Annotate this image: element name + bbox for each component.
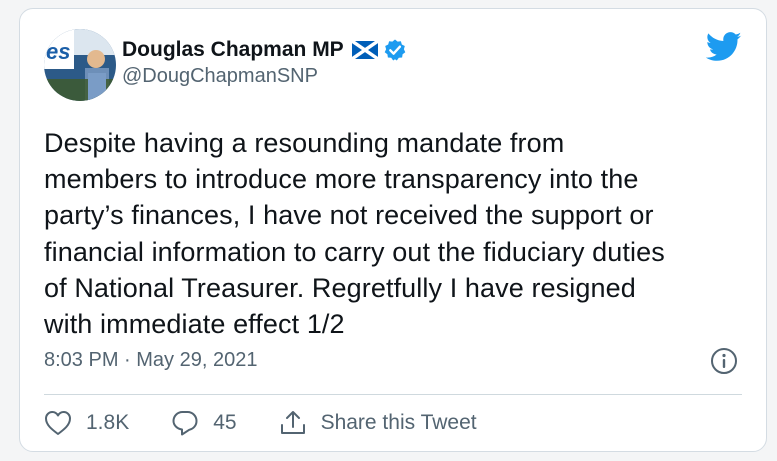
divider <box>44 394 742 395</box>
share-label: Share this Tweet <box>320 411 477 434</box>
share-button[interactable]: Share this Tweet <box>279 409 477 437</box>
share-icon <box>280 411 305 434</box>
author-handle[interactable]: @DougChapmanSNP <box>122 65 407 88</box>
reply-count: 45 <box>213 411 237 434</box>
name-row: Douglas Chapman MP <box>122 35 407 65</box>
author-name[interactable]: Douglas Chapman MP <box>122 38 344 62</box>
svg-text:es: es <box>46 39 70 64</box>
action-bar: 1.8K 45 Share this Tweet <box>44 407 519 439</box>
avatar[interactable]: es <box>44 29 116 101</box>
tweet-timestamp[interactable]: 8:03 PM · May 29, 2021 <box>44 349 257 372</box>
reply-icon <box>172 411 198 436</box>
verified-badge-icon <box>383 38 407 62</box>
twitter-bird-icon[interactable] <box>705 32 742 62</box>
scotland-flag-icon <box>350 39 379 61</box>
heart-icon <box>45 411 71 435</box>
reply-button[interactable]: 45 <box>171 409 237 437</box>
like-count: 1.8K <box>86 411 130 434</box>
author-block: Douglas Chapman MP @DougChapmanSNP <box>122 35 407 88</box>
info-icon[interactable] <box>710 347 738 375</box>
tweet-card: es Douglas Chapman MP @DougChapmanSNP De… <box>19 8 767 452</box>
tweet-text: Despite having a resounding mandate from… <box>44 128 665 340</box>
like-button[interactable]: 1.8K <box>44 410 129 436</box>
